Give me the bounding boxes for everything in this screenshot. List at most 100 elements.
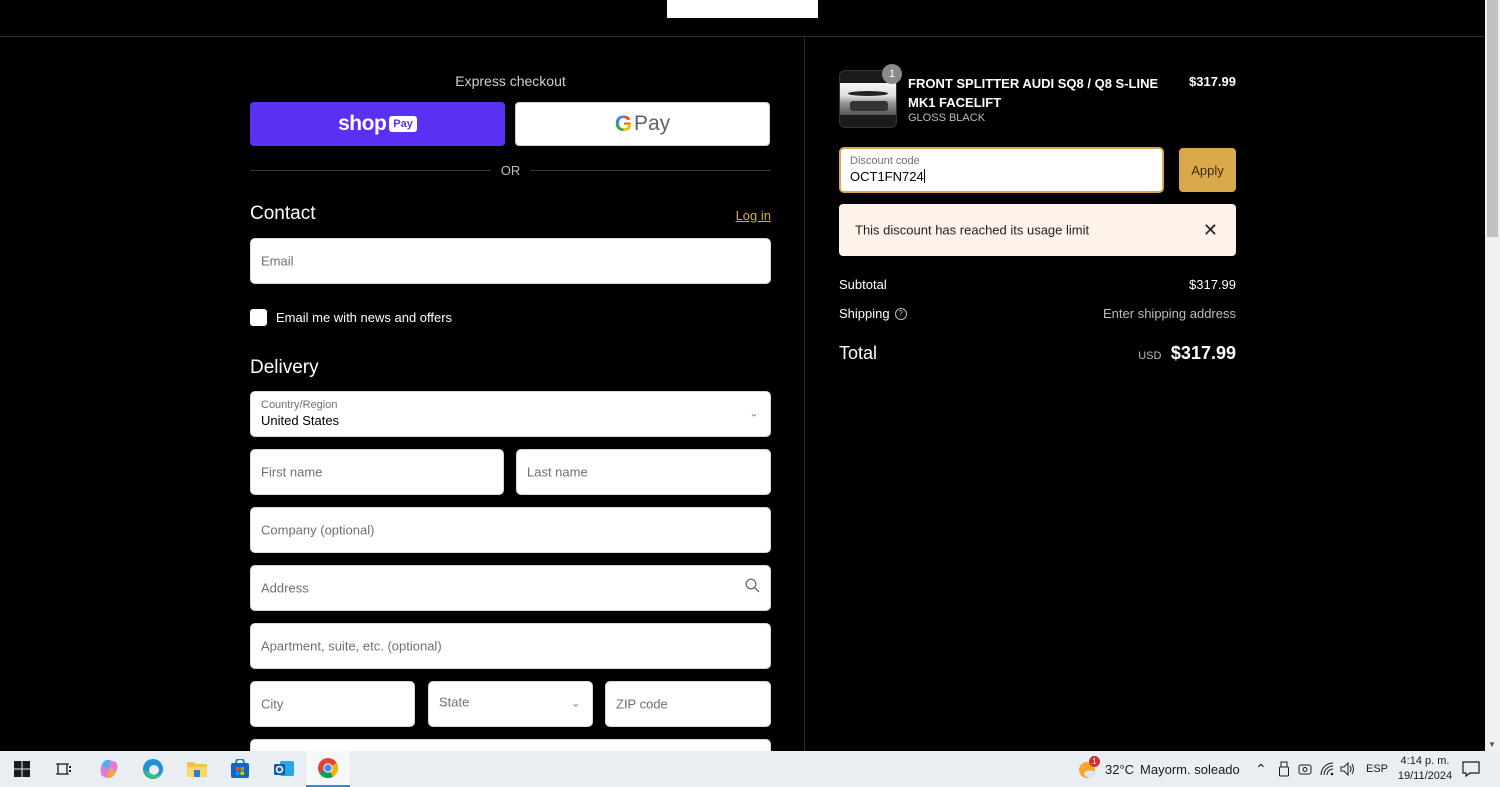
edge-icon: [143, 759, 163, 779]
discount-code-field[interactable]: Discount code OCT1FN724: [839, 147, 1164, 193]
company-placeholder: Company (optional): [261, 522, 375, 538]
apartment-field[interactable]: Apartment, suite, etc. (optional): [250, 623, 771, 669]
file-explorer-button[interactable]: [175, 751, 219, 787]
task-view-icon: [56, 763, 71, 775]
notification-center-button[interactable]: [1462, 751, 1480, 787]
chevron-down-icon: ⌄: [749, 408, 758, 420]
subtotal-row: Subtotal $317.99: [839, 277, 1236, 292]
delivery-heading: Delivery: [250, 357, 319, 378]
shipping-label-wrap: Shipping ?: [839, 306, 907, 321]
wifi-icon: [1320, 762, 1334, 776]
state-placeholder: State: [439, 694, 470, 710]
product-image-grille: [850, 101, 888, 111]
language-indicator[interactable]: ESP: [1366, 751, 1388, 787]
last-name-placeholder: Last name: [527, 464, 588, 480]
email-placeholder: Email: [261, 253, 294, 269]
usb-icon: [1279, 761, 1289, 777]
subtotal-value: $317.99: [1189, 277, 1236, 292]
checkout-header: [0, 0, 1485, 37]
outlook-button[interactable]: [262, 751, 306, 787]
shop-pay-button[interactable]: shop Pay: [250, 102, 505, 146]
discount-code-value: OCT1FN724: [850, 169, 924, 184]
address-placeholder: Address: [261, 580, 309, 596]
discount-error-banner: This discount has reached its usage limi…: [839, 204, 1236, 256]
or-label: OR: [500, 162, 521, 178]
email-field[interactable]: Email: [250, 238, 771, 284]
apply-discount-button[interactable]: Apply: [1179, 148, 1236, 192]
product-title: FRONT SPLITTER AUDI SQ8 / Q8 S-LINE MK1 …: [908, 76, 1159, 110]
network-tray[interactable]: [1320, 751, 1334, 787]
shipping-row: Shipping ? Enter shipping address: [839, 306, 1236, 321]
store-logo[interactable]: [667, 0, 818, 18]
copilot-button[interactable]: [87, 751, 131, 787]
city-placeholder: City: [261, 696, 284, 712]
page-scrollbar[interactable]: ▼: [1485, 0, 1500, 751]
total-value: $317.99: [1170, 343, 1236, 363]
last-name-field[interactable]: Last name: [516, 449, 771, 495]
login-link[interactable]: Log in: [736, 208, 771, 223]
discount-code-label: Discount code: [850, 155, 920, 167]
divider-line: [250, 169, 491, 171]
country-label: Country/Region: [261, 399, 338, 411]
company-field[interactable]: Company (optional): [250, 507, 771, 553]
product-price: $317.99: [1189, 74, 1236, 89]
divider-line: [530, 169, 771, 171]
clock-date: 19/11/2024: [1397, 770, 1453, 782]
country-select[interactable]: Country/Region United States ⌄: [250, 391, 771, 437]
start-button[interactable]: [0, 751, 44, 787]
search-icon[interactable]: [745, 578, 760, 598]
camera-icon: [1298, 764, 1312, 775]
scroll-down-arrow-icon[interactable]: ▼: [1488, 740, 1496, 749]
windows-logo-icon: [14, 761, 30, 777]
total-currency: USD: [1138, 350, 1162, 362]
text-caret: [923, 169, 925, 183]
system-clock[interactable]: 4:14 p. m. 19/11/2024: [1390, 754, 1460, 784]
contact-heading: Contact: [250, 203, 316, 224]
address-field[interactable]: Address: [250, 565, 771, 611]
city-field[interactable]: City: [250, 681, 415, 727]
volume-tray[interactable]: [1340, 751, 1356, 787]
discount-code-value-wrap: OCT1FN724: [850, 169, 925, 184]
google-pay-button[interactable]: G Pay: [515, 102, 770, 146]
copilot-icon: [100, 759, 118, 779]
shop-pay-logo: shop: [338, 112, 387, 135]
task-view-button[interactable]: [42, 751, 86, 787]
google-g-icon: G: [614, 111, 632, 136]
state-select[interactable]: State ⌄: [428, 681, 593, 727]
chrome-button[interactable]: [306, 751, 350, 787]
help-icon[interactable]: ?: [894, 307, 907, 320]
phone-field[interactable]: [250, 739, 771, 751]
total-row: Total USD $317.99: [839, 343, 1236, 364]
camera-tray[interactable]: [1298, 751, 1312, 787]
discount-error-message: This discount has reached its usage limi…: [855, 222, 1090, 238]
total-amount: USD $317.99: [1138, 343, 1236, 364]
microsoft-store-button[interactable]: [218, 751, 262, 787]
edge-button[interactable]: [131, 751, 175, 787]
first-name-placeholder: First name: [261, 464, 323, 480]
show-hidden-icons[interactable]: ⌃: [1255, 751, 1267, 787]
clock-time: 4:14 p. m.: [1400, 755, 1450, 767]
shipping-label: Shipping: [839, 306, 890, 321]
shipping-value: Enter shipping address: [1103, 306, 1236, 321]
usb-device-tray[interactable]: [1278, 751, 1290, 787]
product-variant: GLOSS BLACK: [908, 112, 986, 124]
newsletter-option[interactable]: Email me with news and offers: [250, 309, 452, 326]
folder-icon: [187, 762, 207, 777]
shop-pay-badge: Pay: [389, 116, 417, 132]
zip-field[interactable]: ZIP code: [605, 681, 771, 727]
or-divider: OR: [250, 162, 771, 178]
total-label: Total: [839, 343, 878, 363]
weather-widget[interactable]: 1 32°C Mayorm. soleado: [1078, 751, 1240, 787]
notification-icon: [1462, 761, 1480, 777]
outlook-icon: [274, 761, 294, 776]
newsletter-checkbox[interactable]: [250, 309, 267, 326]
scrollbar-thumb[interactable]: [1487, 0, 1498, 237]
chevron-up-icon[interactable]: ⌃: [1255, 761, 1267, 778]
google-pay-label: Pay: [633, 112, 671, 135]
windows-taskbar: 1 32°C Mayorm. soleado ⌃ ESP 4:14 p. m. …: [0, 751, 1500, 787]
first-name-field[interactable]: First name: [250, 449, 504, 495]
weather-sun-icon: 1: [1078, 756, 1100, 779]
product-image-splitter: [848, 91, 888, 96]
subtotal-label: Subtotal: [839, 277, 887, 292]
close-icon[interactable]: ✕: [1203, 221, 1218, 239]
